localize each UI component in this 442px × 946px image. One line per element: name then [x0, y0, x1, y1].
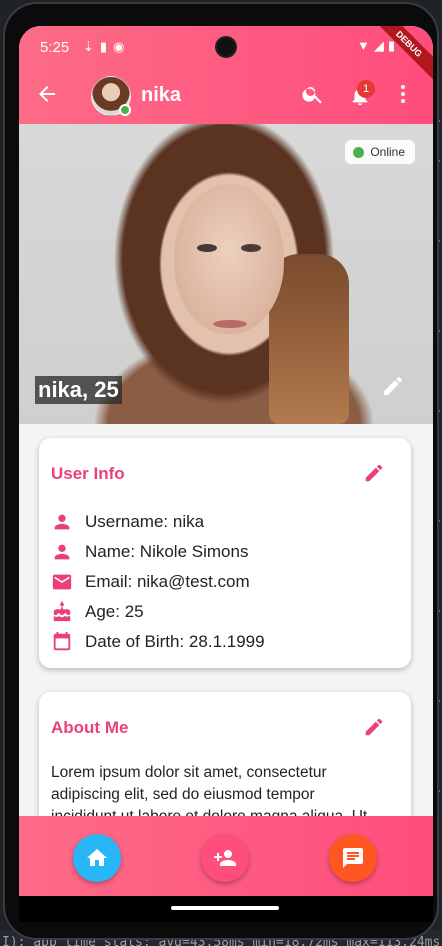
home-icon — [87, 849, 107, 866]
bottom-nav — [19, 816, 433, 896]
person-icon — [54, 544, 70, 560]
top-bar: 5:25 ⇣▮◉ ▼◢▮ DEBUG nika 1 — [19, 26, 433, 124]
person-add-icon — [214, 850, 236, 866]
front-camera — [215, 36, 237, 58]
status-right-icons: ▼◢▮ — [357, 38, 399, 54]
info-username: Username: nika — [85, 512, 205, 531]
wifi-icon: ▼ — [356, 38, 374, 53]
person-icon — [54, 514, 70, 530]
profile-photo: Online nika, 25 — [19, 124, 433, 424]
user-info-card: User Info Username: nika Name: Nikole Si… — [39, 438, 411, 668]
info-email: Email: nika@test.com — [85, 572, 250, 591]
chat-button[interactable] — [329, 834, 377, 882]
search-icon[interactable] — [301, 82, 325, 106]
gesture-area — [19, 896, 433, 922]
info-row-age: Age: 25 — [51, 600, 144, 624]
home-gesture-bar[interactable] — [171, 906, 279, 910]
page-title: nika — [141, 84, 182, 106]
app-screen: 5:25 ⇣▮◉ ▼◢▮ DEBUG nika 1 Online nika, 2… — [19, 26, 433, 922]
add-friend-button[interactable] — [201, 834, 249, 882]
chat-icon — [343, 848, 363, 868]
info-row-name: Name: Nikole Simons — [51, 540, 248, 564]
status-time: 5:25 — [40, 39, 70, 56]
photo-mouth — [213, 320, 247, 328]
info-age: Age: 25 — [85, 602, 144, 621]
photo-eye — [197, 244, 217, 252]
home-button[interactable] — [73, 834, 121, 882]
sd-card-icon: ▮ — [99, 39, 114, 54]
profile-name-age: nika, 25 — [35, 376, 122, 404]
info-date-of-birth: Date of Birth: 28.1.1999 — [85, 632, 265, 651]
photo-face — [174, 184, 284, 334]
download-icon: ⇣ — [83, 39, 100, 54]
info-name: Name: Nikole Simons — [85, 542, 249, 561]
info-row-username: Username: nika — [51, 510, 204, 534]
status-left-icons: ⇣▮◉ — [83, 39, 130, 55]
back-arrow-icon[interactable] — [35, 82, 59, 106]
about-me-title: About Me — [51, 718, 129, 737]
notification-badge: 1 — [357, 80, 375, 98]
info-row-email: Email: nika@test.com — [51, 570, 250, 594]
edit-about-icon[interactable] — [363, 716, 385, 738]
info-row-dob: Date of Birth: 28.1.1999 — [51, 630, 265, 654]
status-bar: 5:25 ⇣▮◉ ▼◢▮ DEBUG — [19, 26, 433, 86]
edit-photo-icon[interactable] — [381, 374, 405, 398]
app-icon: ◉ — [113, 39, 131, 54]
edit-user-info-icon[interactable] — [363, 462, 385, 484]
phone-frame: 5:25 ⇣▮◉ ▼◢▮ DEBUG nika 1 Online nika, 2… — [3, 2, 439, 940]
app-bar: nika 1 — [19, 72, 433, 120]
cake-icon — [53, 601, 71, 622]
email-icon — [52, 574, 72, 590]
more-vert-icon[interactable] — [399, 82, 407, 106]
online-dot-icon — [353, 146, 365, 158]
calendar-icon — [53, 631, 71, 651]
signal-icon: ◢ — [373, 38, 388, 53]
online-status-label: Online — [370, 145, 405, 159]
online-status-chip: Online — [345, 140, 415, 164]
user-info-title: User Info — [51, 464, 125, 483]
online-indicator — [119, 104, 131, 116]
photo-eye — [241, 244, 261, 252]
